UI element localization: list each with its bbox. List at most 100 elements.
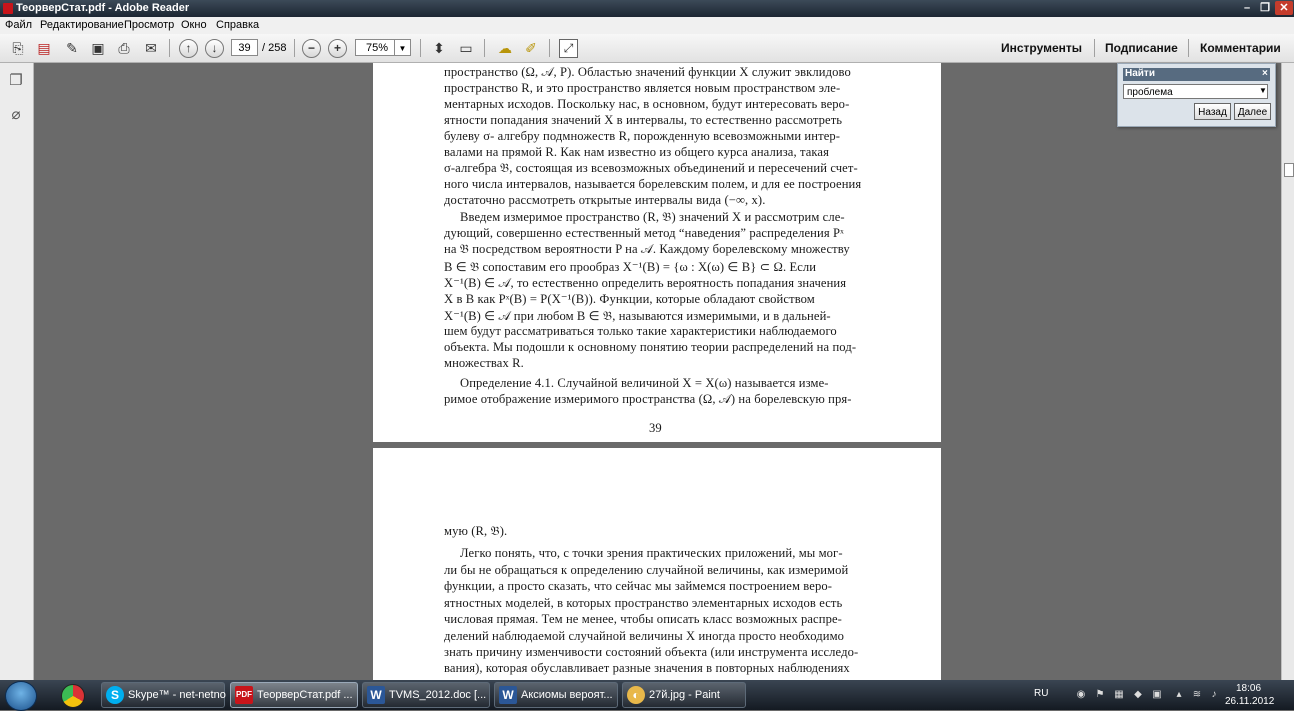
fit-page-icon[interactable]: ⬍ xyxy=(429,38,449,58)
language-indicator[interactable]: RU xyxy=(1034,688,1048,699)
taskbar: S Skype™ - net-netno PDF ТеорверСтат.pdf… xyxy=(0,680,1294,711)
device-tray-icon[interactable]: ▣ xyxy=(1151,689,1163,701)
text-line: X⁻¹(B) ∈ 𝒜, то естественно определить ве… xyxy=(444,276,847,290)
save-icon[interactable]: ▣ xyxy=(88,38,108,58)
fullscreen-icon[interactable]: ⤢ xyxy=(559,39,578,58)
tab-comments[interactable]: Комментарии xyxy=(1200,41,1281,55)
text-line: ного числа интервалов, называется бореле… xyxy=(444,177,862,191)
find-dropdown-chevron-icon[interactable]: ▼ xyxy=(1259,86,1267,95)
task-adobe-reader[interactable]: PDF ТеорверСтат.pdf ... xyxy=(230,682,358,708)
find-panel: Найти × проблема ▼ Назад Далее xyxy=(1117,63,1276,127)
pdf-icon: PDF xyxy=(235,686,253,704)
update-tray-icon[interactable]: ◆ xyxy=(1132,689,1144,701)
menu-window[interactable]: Окно xyxy=(181,19,207,31)
zoom-dropdown-chevron-icon[interactable]: ▼ xyxy=(394,39,411,56)
minimize-button[interactable]: – xyxy=(1238,1,1256,15)
export-pdf-icon[interactable]: ▤ xyxy=(34,38,54,58)
scrollbar-thumb[interactable] xyxy=(1284,163,1294,177)
text-line: X в B как Pˣ(B) = P(X⁻¹(B)). Функции, ко… xyxy=(444,292,815,306)
next-page-button[interactable]: ↓ xyxy=(205,39,224,58)
navigation-panel: ❐ ⌀ xyxy=(0,63,34,680)
text-line: пространство (Ω, 𝒜, P). Областью значени… xyxy=(444,65,851,79)
text-line: ятностных моделей, в которых пространств… xyxy=(444,596,843,610)
pdf-page-40: мую (R, 𝔅). Легко понять, что, с точки з… xyxy=(373,448,941,680)
menu-file[interactable]: Файл xyxy=(5,19,32,31)
comment-icon[interactable]: ☁ xyxy=(495,38,515,58)
definition-line: Определение 4.1. Случайной величиной X =… xyxy=(460,376,829,390)
text-line: вания), которая обуславливает разные зна… xyxy=(444,661,850,675)
menu-bar: Файл Редактирование Просмотр Окно Справк… xyxy=(0,17,1294,34)
clock-time[interactable]: 18:06 xyxy=(1236,683,1261,694)
pdf-page-39: пространство (Ω, 𝒜, P). Областью значени… xyxy=(373,63,941,442)
print-icon[interactable]: ⎙ xyxy=(114,38,134,58)
close-button[interactable]: ✕ xyxy=(1275,1,1293,15)
toolbar: ⎘ ▤ ✎ ▣ ⎙ ✉ ↑ ↓ 39 / 258 − + 75% ▼ ⬍ ▭ ☁… xyxy=(0,34,1294,63)
window-title-bar: ТеорверСтат.pdf - Adobe Reader – ❐ ✕ xyxy=(0,0,1294,17)
page-total: / 258 xyxy=(262,42,287,54)
text-line: шем будут рассматриваться только такие х… xyxy=(444,324,837,338)
flag-tray-icon[interactable]: ⚑ xyxy=(1094,689,1106,701)
arrow-tray-icon[interactable]: ▴ xyxy=(1173,689,1185,701)
highlight-icon[interactable]: ✐ xyxy=(521,38,541,58)
skype-icon: S xyxy=(106,686,124,704)
menu-help[interactable]: Справка xyxy=(216,19,259,31)
paint-icon: ◐ xyxy=(627,686,645,704)
find-next-button[interactable]: Далее xyxy=(1234,103,1271,120)
start-button[interactable] xyxy=(5,681,37,711)
volume-tray-icon[interactable]: ♪ xyxy=(1208,689,1220,701)
task-word-axioms[interactable]: W Аксиомы вероят... xyxy=(494,682,618,708)
word-icon: W xyxy=(367,686,385,704)
edit-icon[interactable]: ✎ xyxy=(62,38,82,58)
tab-sign[interactable]: Подписание xyxy=(1105,41,1178,55)
find-panel-title: Найти xyxy=(1123,68,1270,81)
task-paint[interactable]: ◐ 27й.jpg - Paint xyxy=(622,682,746,708)
text-line: дующий, совершенно естественный метод “н… xyxy=(444,226,844,240)
menu-edit[interactable]: Редактирование xyxy=(40,19,124,31)
tab-tools[interactable]: Инструменты xyxy=(1001,41,1082,55)
text-line: Легко понять, что, с точки зрения практи… xyxy=(460,546,843,560)
zoom-input[interactable]: 75% xyxy=(355,39,395,56)
task-word-tvms[interactable]: W TVMS_2012.doc [... xyxy=(362,682,490,708)
text-line: валами на прямой R. Как нам известно из … xyxy=(444,145,830,159)
previous-page-button[interactable]: ↑ xyxy=(179,39,198,58)
page-number-input[interactable]: 39 xyxy=(231,39,258,56)
text-line: ментарных исходов. Поскольку нас, в осно… xyxy=(444,97,850,111)
menu-view[interactable]: Просмотр xyxy=(124,19,174,31)
skype-tray-icon[interactable]: ◉ xyxy=(1075,689,1087,701)
fit-width-icon[interactable]: ▭ xyxy=(456,38,476,58)
text-line: Введем измеримое пространство (R, 𝔅) зна… xyxy=(460,210,845,224)
text-line: пространство R, и это пространство являе… xyxy=(444,81,841,95)
text-line: булеву σ- алгебру подмножеств R, порожде… xyxy=(444,129,841,143)
text-line: на 𝔅 посредством вероятности P на 𝒜. Каж… xyxy=(444,242,850,256)
word-icon: W xyxy=(499,686,517,704)
find-input[interactable]: проблема xyxy=(1123,84,1268,99)
network-tray-icon[interactable]: ▦ xyxy=(1113,689,1125,701)
find-back-button[interactable]: Назад xyxy=(1194,103,1231,120)
zoom-out-button[interactable]: − xyxy=(302,39,321,58)
window-title: ТеорверСтат.pdf - Adobe Reader xyxy=(16,2,190,14)
task-skype[interactable]: S Skype™ - net-netno xyxy=(101,682,226,708)
text-line: функции, а просто сказать, что сейчас мы… xyxy=(444,579,833,593)
zoom-in-button[interactable]: + xyxy=(328,39,347,58)
page-number: 39 xyxy=(649,421,662,435)
page-thumbnails-icon[interactable]: ❐ xyxy=(8,71,24,89)
text-line: делений наблюдаемой случайной величины X… xyxy=(444,629,845,643)
restore-button[interactable]: ❐ xyxy=(1256,1,1274,15)
clock-date[interactable]: 26.11.2012 xyxy=(1225,696,1274,707)
vertical-scrollbar[interactable] xyxy=(1281,63,1294,680)
text-line: ли бы не обращаться к определению случай… xyxy=(444,563,849,577)
attachments-icon[interactable]: ⌀ xyxy=(8,105,24,123)
text-line: ятности попадания значений X в интервалы… xyxy=(444,113,843,127)
find-close-icon[interactable]: × xyxy=(1262,68,1268,79)
email-icon[interactable]: ✉ xyxy=(141,38,161,58)
text-line: σ-алгебра 𝔅, состоящая из всевозможных о… xyxy=(444,161,858,175)
text-line: B ∈ 𝔅 сопоставим его прообраз X⁻¹(B) = {… xyxy=(444,260,817,274)
create-pdf-icon[interactable]: ⎘ xyxy=(8,38,28,58)
text-line: множествах R. xyxy=(444,356,524,370)
chrome-icon[interactable] xyxy=(61,684,85,708)
text-line: знать причину изменчивости состояний объ… xyxy=(444,645,859,659)
text-line: X⁻¹(B) ∈ 𝒜 при любом B ∈ 𝔅, называются и… xyxy=(444,309,831,323)
wifi-tray-icon[interactable]: ≋ xyxy=(1191,689,1203,701)
text-line: объекта. Мы подошли к основному понятию … xyxy=(444,340,857,354)
text-line: мую (R, 𝔅). xyxy=(444,524,508,538)
